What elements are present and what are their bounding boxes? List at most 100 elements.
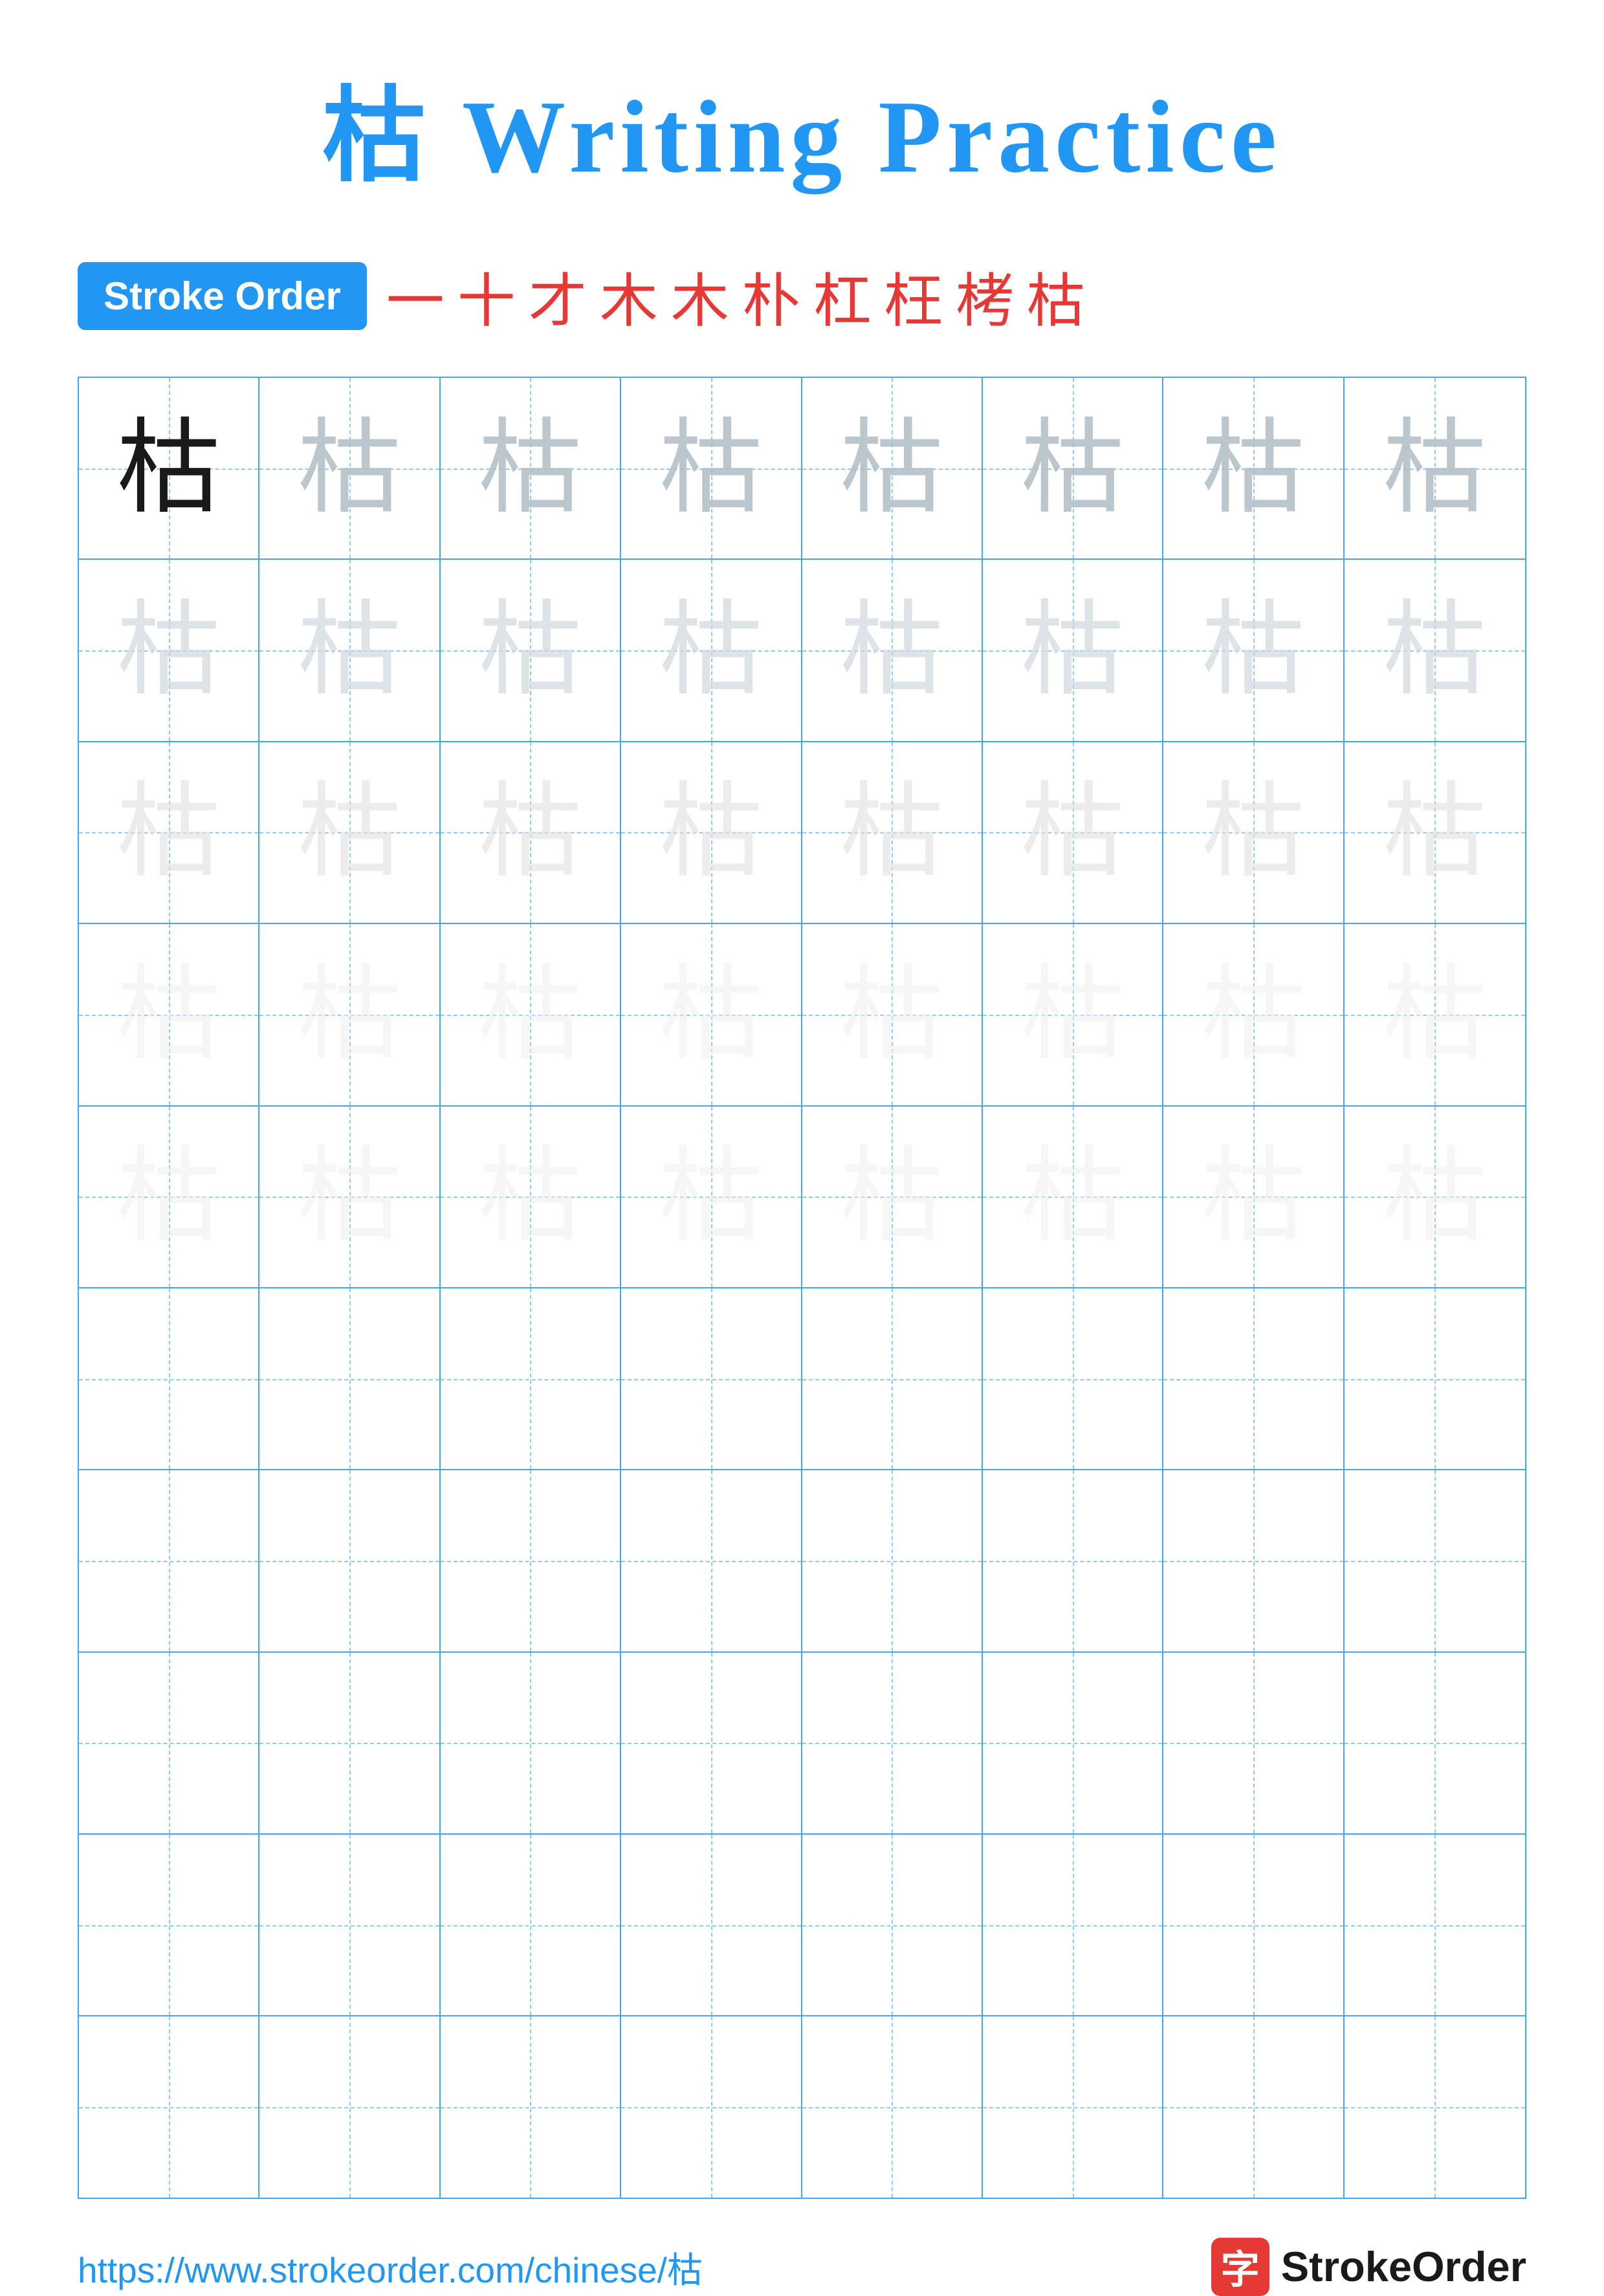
grid-cell-9-6[interactable]: 枯 <box>1163 2016 1344 2197</box>
grid-cell-4-0[interactable]: 枯 <box>79 1107 259 1287</box>
grid-cell-9-3[interactable]: 枯 <box>621 2016 802 2197</box>
cell-char-7-5: 枯 <box>1021 1691 1125 1794</box>
grid-cell-1-7[interactable]: 枯 <box>1345 560 1525 740</box>
grid-cell-8-6[interactable]: 枯 <box>1163 1835 1344 2015</box>
grid-cell-4-6[interactable]: 枯 <box>1163 1107 1344 1287</box>
grid-cell-9-1[interactable]: 枯 <box>259 2016 440 2197</box>
grid-cell-0-4[interactable]: 枯 <box>802 378 983 558</box>
grid-cell-4-1[interactable]: 枯 <box>259 1107 440 1287</box>
grid-row-6[interactable]: 枯枯枯枯枯枯枯枯 <box>79 1470 1525 1652</box>
grid-cell-5-6[interactable]: 枯 <box>1163 1288 1344 1469</box>
grid-cell-3-3[interactable]: 枯 <box>621 924 802 1105</box>
grid-cell-3-6[interactable]: 枯 <box>1163 924 1344 1105</box>
grid-cell-0-0[interactable]: 枯 <box>79 378 259 558</box>
grid-cell-4-2[interactable]: 枯 <box>441 1107 621 1287</box>
grid-cell-8-3[interactable]: 枯 <box>621 1835 802 2015</box>
page: 枯 Writing Practice Stroke Order 一 十 才 木 … <box>0 0 1604 2270</box>
grid-cell-1-6[interactable]: 枯 <box>1163 560 1344 740</box>
grid-cell-0-7[interactable]: 枯 <box>1345 378 1525 558</box>
grid-cell-5-3[interactable]: 枯 <box>621 1288 802 1469</box>
cell-char-0-6: 枯 <box>1202 417 1305 520</box>
grid-cell-9-0[interactable]: 枯 <box>79 2016 259 2197</box>
grid-row-4[interactable]: 枯枯枯枯枯枯枯枯 <box>79 1107 1525 1288</box>
grid-cell-4-3[interactable]: 枯 <box>621 1107 802 1287</box>
grid-cell-7-4[interactable]: 枯 <box>802 1653 983 1833</box>
grid-cell-6-0[interactable]: 枯 <box>79 1470 259 1651</box>
grid-row-0[interactable]: 枯枯枯枯枯枯枯枯 <box>79 378 1525 560</box>
grid-row-8[interactable]: 枯枯枯枯枯枯枯枯 <box>79 1835 1525 2016</box>
grid-cell-7-0[interactable]: 枯 <box>79 1653 259 1833</box>
cell-char-8-5: 枯 <box>1021 1873 1125 1977</box>
grid-cell-1-5[interactable]: 枯 <box>983 560 1163 740</box>
grid-cell-7-3[interactable]: 枯 <box>621 1653 802 1833</box>
grid-cell-8-0[interactable]: 枯 <box>79 1835 259 2015</box>
grid-cell-6-4[interactable]: 枯 <box>802 1470 983 1651</box>
grid-cell-6-7[interactable]: 枯 <box>1345 1470 1525 1651</box>
cell-char-3-5: 枯 <box>1021 963 1125 1066</box>
grid-cell-1-0[interactable]: 枯 <box>79 560 259 740</box>
grid-cell-6-5[interactable]: 枯 <box>983 1470 1163 1651</box>
grid-cell-0-3[interactable]: 枯 <box>621 378 802 558</box>
grid-cell-3-4[interactable]: 枯 <box>802 924 983 1105</box>
grid-cell-8-7[interactable]: 枯 <box>1345 1835 1525 2015</box>
grid-cell-2-0[interactable]: 枯 <box>79 742 259 923</box>
grid-cell-6-2[interactable]: 枯 <box>441 1470 621 1651</box>
grid-cell-0-2[interactable]: 枯 <box>441 378 621 558</box>
grid-cell-9-2[interactable]: 枯 <box>441 2016 621 2197</box>
grid-cell-6-6[interactable]: 枯 <box>1163 1470 1344 1651</box>
grid-cell-8-2[interactable]: 枯 <box>441 1835 621 2015</box>
grid-cell-3-5[interactable]: 枯 <box>983 924 1163 1105</box>
grid-row-1[interactable]: 枯枯枯枯枯枯枯枯 <box>79 560 1525 742</box>
grid-cell-5-5[interactable]: 枯 <box>983 1288 1163 1469</box>
grid-cell-1-4[interactable]: 枯 <box>802 560 983 740</box>
cell-char-7-7: 枯 <box>1383 1691 1486 1794</box>
grid-cell-3-2[interactable]: 枯 <box>441 924 621 1105</box>
grid-cell-5-0[interactable]: 枯 <box>79 1288 259 1469</box>
grid-cell-2-1[interactable]: 枯 <box>259 742 440 923</box>
grid-cell-7-2[interactable]: 枯 <box>441 1653 621 1833</box>
grid-cell-4-7[interactable]: 枯 <box>1345 1107 1525 1287</box>
grid-cell-9-5[interactable]: 枯 <box>983 2016 1163 2197</box>
grid-cell-9-7[interactable]: 枯 <box>1345 2016 1525 2197</box>
grid-cell-7-1[interactable]: 枯 <box>259 1653 440 1833</box>
grid-cell-5-1[interactable]: 枯 <box>259 1288 440 1469</box>
grid-row-2[interactable]: 枯枯枯枯枯枯枯枯 <box>79 742 1525 924</box>
grid-cell-6-1[interactable]: 枯 <box>259 1470 440 1651</box>
grid-cell-5-2[interactable]: 枯 <box>441 1288 621 1469</box>
grid-cell-1-2[interactable]: 枯 <box>441 560 621 740</box>
grid-cell-5-7[interactable]: 枯 <box>1345 1288 1525 1469</box>
grid-cell-7-5[interactable]: 枯 <box>983 1653 1163 1833</box>
grid-cell-8-5[interactable]: 枯 <box>983 1835 1163 2015</box>
grid-cell-2-2[interactable]: 枯 <box>441 742 621 923</box>
cell-char-8-6: 枯 <box>1202 1873 1305 1977</box>
grid-cell-2-5[interactable]: 枯 <box>983 742 1163 923</box>
grid-cell-1-3[interactable]: 枯 <box>621 560 802 740</box>
grid-cell-6-3[interactable]: 枯 <box>621 1470 802 1651</box>
grid-cell-3-1[interactable]: 枯 <box>259 924 440 1105</box>
grid-row-9[interactable]: 枯枯枯枯枯枯枯枯 <box>79 2016 1525 2197</box>
grid-cell-3-0[interactable]: 枯 <box>79 924 259 1105</box>
grid-cell-2-6[interactable]: 枯 <box>1163 742 1344 923</box>
grid-cell-2-7[interactable]: 枯 <box>1345 742 1525 923</box>
cell-char-3-1: 枯 <box>298 963 401 1066</box>
grid-cell-2-4[interactable]: 枯 <box>802 742 983 923</box>
grid-cell-0-1[interactable]: 枯 <box>259 378 440 558</box>
grid-cell-4-4[interactable]: 枯 <box>802 1107 983 1287</box>
cell-char-4-7: 枯 <box>1383 1145 1486 1248</box>
grid-cell-7-7[interactable]: 枯 <box>1345 1653 1525 1833</box>
cell-char-6-5: 枯 <box>1021 1509 1125 1613</box>
grid-cell-0-6[interactable]: 枯 <box>1163 378 1344 558</box>
grid-cell-8-1[interactable]: 枯 <box>259 1835 440 2015</box>
grid-cell-4-5[interactable]: 枯 <box>983 1107 1163 1287</box>
grid-row-5[interactable]: 枯枯枯枯枯枯枯枯 <box>79 1288 1525 1470</box>
grid-cell-3-7[interactable]: 枯 <box>1345 924 1525 1105</box>
grid-row-3[interactable]: 枯枯枯枯枯枯枯枯 <box>79 924 1525 1106</box>
grid-cell-9-4[interactable]: 枯 <box>802 2016 983 2197</box>
grid-cell-0-5[interactable]: 枯 <box>983 378 1163 558</box>
grid-cell-7-6[interactable]: 枯 <box>1163 1653 1344 1833</box>
grid-row-7[interactable]: 枯枯枯枯枯枯枯枯 <box>79 1653 1525 1835</box>
grid-cell-5-4[interactable]: 枯 <box>802 1288 983 1469</box>
grid-cell-2-3[interactable]: 枯 <box>621 742 802 923</box>
grid-cell-1-1[interactable]: 枯 <box>259 560 440 740</box>
grid-cell-8-4[interactable]: 枯 <box>802 1835 983 2015</box>
